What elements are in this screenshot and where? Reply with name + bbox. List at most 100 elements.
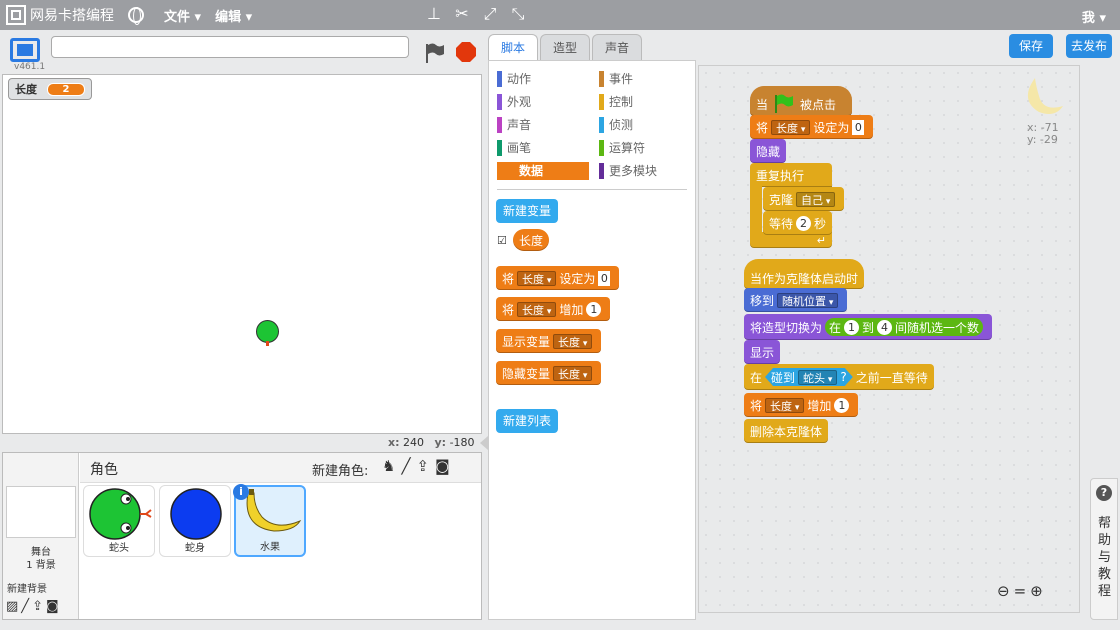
green-flag-icon <box>775 94 794 113</box>
tab-scripts[interactable]: 脚本 <box>488 34 539 60</box>
category-divider <box>497 189 687 190</box>
variable-monitor[interactable]: 长度 2 <box>8 78 92 100</box>
block-palette: 动作 事件 外观 控制 声音 侦测 画笔 运算符 数据 更多模块 新建变量 ☑ … <box>488 60 696 620</box>
hide-block[interactable]: 隐藏 <box>750 139 787 163</box>
sprite-header: 角色 新建角色: ♞ ╱ ⇪ ◙ <box>80 453 481 483</box>
upload-backdrop-icon[interactable]: ⇪ <box>32 599 43 614</box>
tab-sounds[interactable]: 声音 <box>592 34 643 60</box>
new-list-button[interactable]: 新建列表 <box>496 409 559 433</box>
set-length-block[interactable]: 将长度设定为0 <box>750 115 874 139</box>
category-events[interactable]: 事件 <box>599 70 691 88</box>
upload-sprite-icon[interactable]: ⇪ <box>416 457 429 475</box>
wait-until-block[interactable]: 在 碰到蛇头? 之前一直等待 <box>744 364 934 390</box>
wait-block[interactable]: 等待 2 秒 <box>763 211 833 235</box>
editor-tabs: 脚本 造型 声音 <box>488 34 644 60</box>
clone-block[interactable]: 克隆 自己 <box>763 187 845 211</box>
variable-reporter-block[interactable]: 长度 <box>513 229 550 251</box>
category-motion[interactable]: 动作 <box>497 70 589 88</box>
project-title-input[interactable] <box>51 36 409 58</box>
sprite-snake-body[interactable]: 蛇身 <box>159 485 231 557</box>
category-sensing[interactable]: 侦测 <box>599 116 691 134</box>
backdrop-tools: ▨ ╱ ⇪ ◙ <box>6 599 59 614</box>
paint-sprite-icon[interactable]: ╱ <box>401 457 410 475</box>
shrink-icon[interactable]: ⤡ <box>509 5 527 23</box>
variable-checkbox[interactable]: ☑ <box>497 234 507 247</box>
change-variable-block[interactable]: 将长度增加1 <box>496 297 611 321</box>
cut-icon[interactable]: ✂ <box>453 5 471 23</box>
new-sprite-tools: ♞ ╱ ⇪ ◙ <box>382 457 450 475</box>
sprite-library-icon[interactable]: ♞ <box>382 457 395 475</box>
stage[interactable]: 长度 2 <box>2 74 482 434</box>
go-to-block[interactable]: 移到 随机位置 <box>744 288 848 312</box>
set-variable-block[interactable]: 将长度设定为0 <box>496 266 620 290</box>
file-menu[interactable]: 文件 ▾ <box>164 6 201 25</box>
help-tab[interactable]: ? 帮助与教程 <box>1090 478 1118 620</box>
category-control[interactable]: 控制 <box>599 93 691 111</box>
sprite-pane: 舞台 1 背景 新建背景 ▨ ╱ ⇪ ◙ 角色 新建角色: ♞ ╱ ⇪ ◙ 蛇头 <box>2 452 482 620</box>
category-looks[interactable]: 外观 <box>497 93 589 111</box>
pick-random-block[interactable]: 在 1 到 4 间随机选一个数 <box>825 318 984 336</box>
zoom-in-icon[interactable]: ⊕ <box>1030 582 1043 600</box>
publish-button[interactable]: 去发布 <box>1066 34 1113 58</box>
edit-menu[interactable]: 编辑 ▾ <box>215 6 252 25</box>
snake-head-sprite[interactable] <box>256 320 279 346</box>
touching-block[interactable]: 碰到蛇头? <box>765 368 853 386</box>
stage-bg-count: 1 背景 <box>26 560 56 571</box>
green-flag-icon[interactable] <box>423 42 445 64</box>
menu-bar: 网易卡搭编程 文件 ▾ 编辑 ▾ ⊥ ✂ ⤢ ⤡ 我 ▾ <box>0 0 1120 30</box>
camera-backdrop-icon[interactable]: ◙ <box>46 599 59 614</box>
sprite-snake-head[interactable]: 蛇头 <box>83 485 155 557</box>
logo[interactable]: 网易卡搭编程 <box>6 5 114 25</box>
collapse-stage-icon[interactable] <box>480 436 488 450</box>
category-more-blocks[interactable]: 更多模块 <box>599 162 691 180</box>
variable-monitor-value: 2 <box>47 82 85 96</box>
stop-icon[interactable] <box>456 42 476 62</box>
delete-clone-block[interactable]: 删除本克隆体 <box>744 419 829 443</box>
show-block[interactable]: 显示 <box>744 340 781 364</box>
sprite-name: 蛇头 <box>109 543 129 554</box>
stage-column: 舞台 1 背景 新建背景 ▨ ╱ ⇪ ◙ <box>3 453 79 619</box>
help-icon: ? <box>1096 485 1112 501</box>
forever-block-arm <box>750 186 762 234</box>
new-variable-button[interactable]: 新建变量 <box>496 199 559 223</box>
show-variable-block[interactable]: 显示变量 长度 <box>496 329 602 353</box>
variable-monitor-label: 长度 <box>15 83 37 96</box>
user-menu[interactable]: 我 ▾ <box>1082 7 1106 26</box>
sprite-fruit[interactable]: i 水果 <box>233 484 306 557</box>
globe-icon[interactable] <box>128 7 144 25</box>
when-start-as-clone-block[interactable]: 当作为克隆体启动时 <box>744 259 865 289</box>
category-sound[interactable]: 声音 <box>497 116 589 134</box>
logo-text: 网易卡搭编程 <box>30 8 114 24</box>
fullscreen-icon[interactable] <box>10 38 40 62</box>
category-data[interactable]: 数据 <box>497 162 589 180</box>
tab-costumes[interactable]: 造型 <box>540 34 591 60</box>
version-label: v461.1 <box>14 62 46 72</box>
zoom-reset-icon[interactable]: = <box>1014 582 1027 600</box>
new-sprite-label: 新建角色: <box>312 464 369 479</box>
help-label: 帮助与教程 <box>1098 516 1112 599</box>
snake-head-thumbnail <box>89 488 152 540</box>
info-icon[interactable]: i <box>233 484 249 500</box>
save-button[interactable]: 保存 <box>1009 34 1054 58</box>
category-operators[interactable]: 运算符 <box>599 139 691 157</box>
paint-backdrop-icon[interactable]: ╱ <box>21 599 29 614</box>
when-flag-clicked-block[interactable]: 当 被点击 <box>750 86 852 116</box>
zoom-controls: ⊖ = ⊕ <box>997 582 1043 600</box>
edit-tools: ⊥ ✂ ⤢ ⤡ <box>425 5 527 23</box>
stamp-icon[interactable]: ⊥ <box>425 5 443 23</box>
snake-body-thumbnail <box>170 488 222 540</box>
sprite-preview-icon <box>1027 78 1063 114</box>
grow-icon[interactable]: ⤢ <box>481 5 499 23</box>
stage-header: v461.1 <box>0 30 484 74</box>
zoom-out-icon[interactable]: ⊖ <box>997 582 1010 600</box>
sprites-title: 角色 <box>90 462 118 478</box>
forever-block[interactable]: 重复执行 <box>750 163 832 187</box>
stage-thumbnail[interactable] <box>6 486 76 538</box>
camera-sprite-icon[interactable]: ◙ <box>435 457 450 475</box>
backdrop-library-icon[interactable]: ▨ <box>6 599 18 614</box>
category-pen[interactable]: 画笔 <box>497 139 589 157</box>
hide-variable-block[interactable]: 隐藏变量 长度 <box>496 361 602 385</box>
change-length-block[interactable]: 将长度增加1 <box>744 393 859 417</box>
scripts-area[interactable]: x: -71 y: -29 当 被点击 将长度设定为0 隐藏 重复执行 ↵ 克隆… <box>698 65 1080 613</box>
switch-costume-block[interactable]: 将造型切换为 在 1 到 4 间随机选一个数 <box>744 314 993 340</box>
